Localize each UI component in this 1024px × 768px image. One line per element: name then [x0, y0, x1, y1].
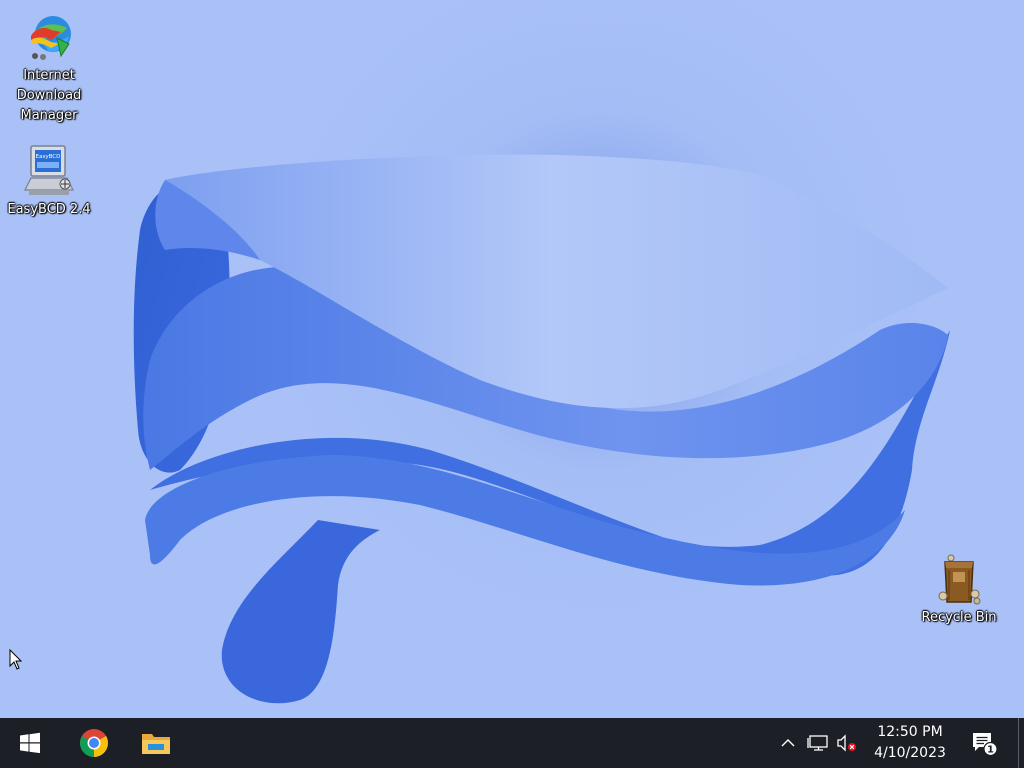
easybcd-monitor-icon: EasyBCD: [24, 145, 74, 195]
file-explorer-icon: [142, 734, 170, 754]
taskbar-clock[interactable]: 12:50 PM 4/10/2023: [862, 718, 958, 768]
taskbar-chrome-button[interactable]: [66, 718, 122, 768]
desktop-icon-label: Recycle Bin: [921, 610, 997, 625]
wallpaper-image: [0, 0, 1024, 718]
show-desktop-button[interactable]: [1018, 718, 1024, 768]
taskbar: 12:50 PM 4/10/2023 1: [0, 718, 1024, 768]
notification-count: 1: [987, 745, 994, 756]
network-button[interactable]: [804, 718, 832, 768]
taskbar-file-explorer-button[interactable]: [128, 718, 184, 768]
desktop-icon-label: EasyBCD 2.4: [7, 202, 91, 217]
start-button[interactable]: [2, 718, 58, 768]
desktop[interactable]: Internet Download Manager EasyBCD EasyBC…: [0, 0, 1024, 718]
easybcd-screen-text: EasyBCD: [36, 154, 61, 160]
chevron-up-icon: [781, 739, 795, 747]
idm-globe-icon: [31, 16, 71, 60]
desktop-icon-easybcd[interactable]: EasyBCD EasyBCD 2.4: [3, 144, 95, 220]
chrome-icon: [80, 729, 108, 757]
desktop-icon-label: Internet Download Manager: [16, 68, 82, 123]
volume-muted-icon: [837, 734, 856, 752]
desktop-icon-recycle-bin[interactable]: Recycle Bin: [913, 552, 1005, 628]
network-icon: [807, 735, 828, 751]
action-center-button[interactable]: 1: [962, 718, 1006, 768]
mouse-cursor-icon: [9, 649, 23, 670]
show-hidden-icons-button[interactable]: [776, 718, 800, 768]
volume-button[interactable]: [834, 718, 860, 768]
notification-icon: 1: [973, 733, 998, 756]
desktop-icon-idm[interactable]: Internet Download Manager: [3, 10, 95, 126]
windows-start-icon: [20, 732, 40, 754]
clock-time: 12:50 PM: [877, 724, 943, 740]
recycle-bin-icon: [938, 554, 981, 605]
clock-date: 4/10/2023: [874, 745, 946, 761]
